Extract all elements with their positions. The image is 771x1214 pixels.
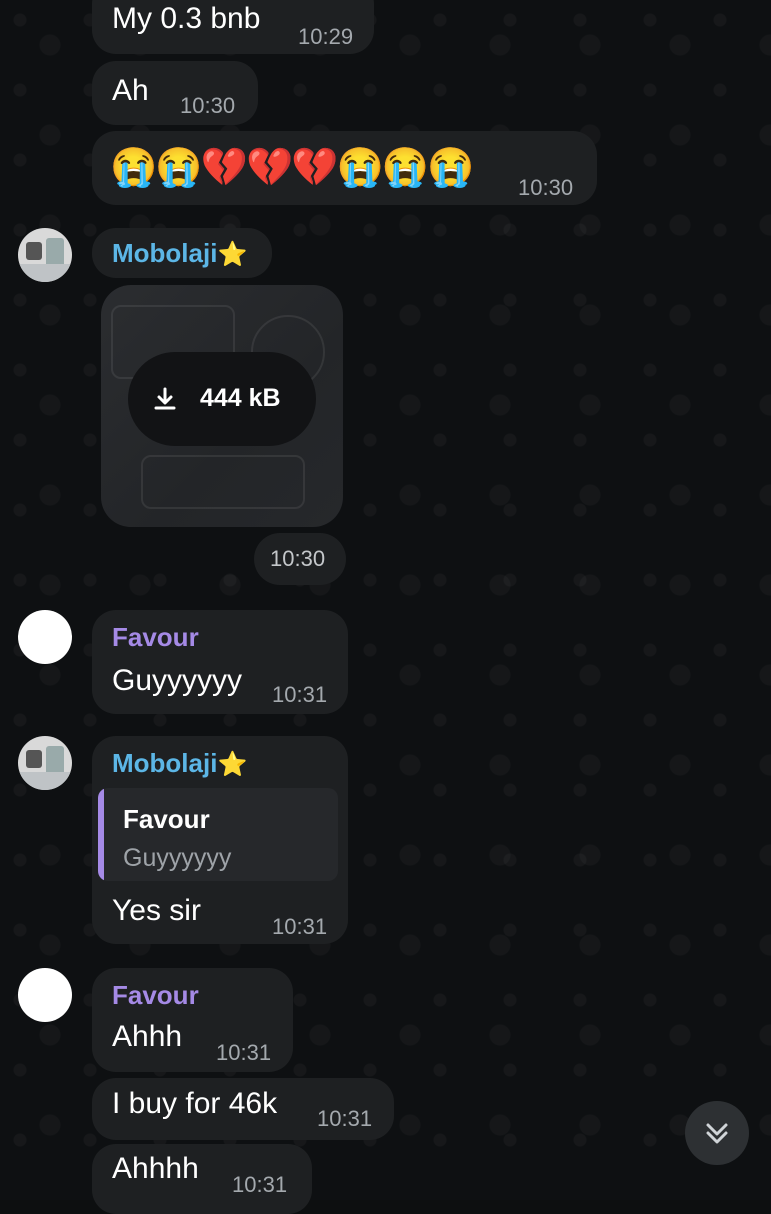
message-time: 10:30 [180, 93, 236, 118]
reply-quote[interactable]: Favour Guyyyyyy [98, 788, 338, 881]
avatar-mobolaji[interactable] [18, 228, 72, 282]
star-badge-icon: ⭐ [217, 241, 248, 268]
chat-messages: My 0.3 bnb 10:29 Ah 10:30 😭😭💔💔💔😭😭😭 10:30… [0, 0, 771, 1214]
message-bubble[interactable]: My 0.3 bnb 10:29 [92, 0, 374, 54]
download-icon [154, 387, 176, 410]
message-bubble[interactable]: Favour Guyyyyyy 10:31 [92, 610, 348, 714]
message-text: Guyyyyyy [112, 664, 243, 697]
reply-quote-bar [98, 788, 104, 881]
message-time: 10:31 [272, 914, 328, 939]
download-size: 444 kB [200, 384, 281, 412]
message-bubble[interactable]: Favour Ahhh 10:31 [92, 968, 293, 1072]
sender-name-text: Mobolaji [112, 238, 218, 268]
message-time: 10:30 [518, 175, 574, 200]
sender-name[interactable]: Mobolaji⭐ [112, 238, 247, 269]
message-bubble[interactable]: 😭😭💔💔💔😭😭😭 10:30 [92, 131, 597, 205]
message-emoji: 😭😭💔💔💔😭😭😭 [110, 147, 475, 189]
message-text: Ahhhh [112, 1152, 199, 1185]
message-bubble[interactable]: Ah 10:30 [92, 61, 258, 125]
message-text: Ahhh [112, 1020, 183, 1053]
message-time: 10:31 [272, 682, 328, 707]
avatar-favour[interactable] [18, 968, 72, 1022]
sender-name[interactable]: Mobolaji⭐ [112, 748, 247, 779]
message-time: 10:30 [270, 546, 326, 571]
media-time-pill: 10:30 [254, 533, 346, 585]
reply-quote-text: Guyyyyyy [123, 844, 232, 872]
message-time: 10:31 [232, 1172, 288, 1197]
sender-header-bubble: Mobolaji⭐ [92, 228, 272, 278]
message-bubble[interactable]: I buy for 46k 10:31 [92, 1078, 394, 1140]
double-chevron-down-icon [706, 1123, 728, 1144]
sender-name[interactable]: Favour [112, 980, 199, 1011]
message-time: 10:29 [298, 24, 354, 49]
scroll-to-bottom-button[interactable] [685, 1101, 749, 1165]
avatar-mobolaji[interactable] [18, 736, 72, 790]
sender-name[interactable]: Favour [112, 622, 199, 653]
sender-name-text: Mobolaji [112, 748, 218, 778]
reply-quote-sender: Favour [123, 804, 210, 834]
message-bubble[interactable]: Ahhhh 10:31 [92, 1144, 312, 1214]
message-text: Yes sir [112, 894, 201, 927]
message-time: 10:31 [317, 1106, 373, 1131]
download-button[interactable]: 444 kB [128, 352, 316, 446]
message-text: Ah [112, 74, 149, 107]
message-text: I buy for 46k [112, 1087, 278, 1120]
message-time: 10:31 [216, 1040, 272, 1065]
message-text: My 0.3 bnb [112, 2, 261, 35]
avatar-favour[interactable] [18, 610, 72, 664]
star-badge-icon: ⭐ [217, 751, 248, 778]
